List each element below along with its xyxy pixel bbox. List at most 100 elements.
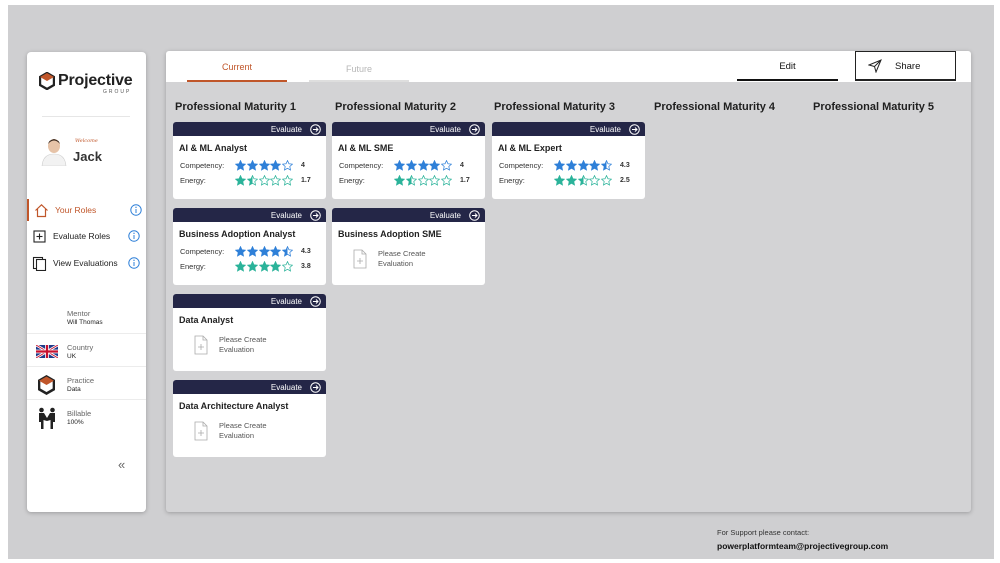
star-icon — [246, 261, 258, 272]
role-title: Business Adoption SME — [338, 229, 442, 239]
energy-value: 1.7 — [459, 177, 470, 184]
arrow-right-icon — [469, 124, 480, 135]
divider — [27, 333, 146, 334]
uk-flag-icon — [36, 345, 58, 358]
star-icon — [429, 175, 441, 186]
role-card: Evaluate Data Architecture Analyst Pleas… — [173, 380, 326, 457]
main-panel: Current Future Edit Share Professional M… — [166, 51, 971, 512]
star-icon — [554, 160, 565, 171]
add-document-icon — [353, 249, 367, 269]
logo-icon — [39, 72, 55, 90]
country-value: UK — [67, 353, 77, 360]
star-rating — [394, 175, 453, 186]
star-icon — [258, 175, 270, 186]
role-title: AI & ML Analyst — [179, 143, 248, 153]
billable-value: 100% — [67, 419, 84, 426]
star-icon — [405, 160, 417, 171]
nav-label: Evaluate Roles — [53, 231, 111, 241]
evaluate-button[interactable]: Evaluate — [173, 208, 326, 222]
avatar — [41, 139, 67, 166]
logo-icon — [38, 375, 55, 395]
star-icon — [394, 175, 405, 186]
column-title: Professional Maturity 4 — [654, 101, 776, 113]
arrow-right-icon — [310, 296, 321, 307]
role-card: Evaluate AI & ML Expert Competency: 4.3 … — [492, 122, 645, 199]
star-icon — [565, 175, 577, 186]
column-title: Professional Maturity 3 — [494, 101, 616, 113]
evaluate-label: Evaluate — [429, 211, 461, 220]
collapse-sidebar-button[interactable]: « — [118, 457, 125, 472]
nav-view-evaluations[interactable]: View Evaluations — [27, 252, 146, 274]
star-rating — [235, 175, 294, 186]
role-card: Evaluate Business Adoption Analyst Compe… — [173, 208, 326, 285]
info-icon[interactable] — [128, 257, 140, 269]
star-icon — [577, 160, 589, 171]
competency-value: 4 — [300, 162, 305, 169]
share-label: Share — [895, 61, 921, 72]
user-name: Jack — [73, 149, 102, 164]
country-label: Country — [67, 343, 94, 352]
arrow-right-icon — [469, 210, 480, 221]
star-icon — [565, 160, 577, 171]
arrow-right-icon — [310, 210, 321, 221]
divider — [42, 116, 130, 117]
competency-rating: Competency: 4.3 — [180, 246, 311, 257]
tab-current[interactable]: Current — [187, 51, 287, 82]
star-icon — [441, 160, 453, 171]
star-icon — [601, 175, 613, 186]
star-icon — [282, 261, 294, 272]
brand-sub: GROUP — [103, 89, 132, 95]
edit-button[interactable]: Edit — [737, 51, 838, 81]
top-bar: Current Future Edit Share — [166, 51, 971, 82]
star-icon — [589, 175, 601, 186]
nav-label: Your Roles — [55, 205, 97, 215]
star-icon — [235, 261, 246, 272]
evaluate-button[interactable]: Evaluate — [173, 122, 326, 136]
add-document-icon — [194, 421, 208, 441]
star-icon — [246, 246, 258, 257]
support-email[interactable]: powerplatformteam@projectivegroup.com — [717, 541, 888, 551]
star-icon — [417, 160, 429, 171]
star-rating — [235, 261, 294, 272]
star-icon — [258, 246, 270, 257]
info-icon[interactable] — [128, 230, 140, 242]
column-title: Professional Maturity 1 — [175, 101, 297, 113]
info-icon[interactable] — [130, 204, 142, 216]
evaluate-button[interactable]: Evaluate — [332, 122, 485, 136]
star-icon — [429, 160, 441, 171]
star-icon — [246, 160, 258, 171]
star-icon — [282, 160, 294, 171]
nav-your-roles[interactable]: Your Roles — [27, 199, 146, 221]
divider — [27, 399, 146, 400]
evaluate-button[interactable]: Evaluate — [492, 122, 645, 136]
empty-evaluation[interactable]: Please Create Evaluation — [194, 421, 289, 441]
star-icon — [405, 175, 417, 186]
star-icon — [589, 160, 601, 171]
evaluate-button[interactable]: Evaluate — [173, 294, 326, 308]
copy-icon — [32, 256, 47, 271]
nav-evaluate-roles[interactable]: Evaluate Roles — [27, 225, 146, 247]
empty-evaluation[interactable]: Please Create Evaluation — [353, 249, 448, 269]
evaluate-button[interactable]: Evaluate — [332, 208, 485, 222]
practice-value: Data — [67, 386, 81, 393]
star-icon — [577, 175, 589, 186]
competency-value: 4.3 — [300, 248, 311, 255]
evaluate-label: Evaluate — [589, 125, 621, 134]
energy-value: 1.7 — [300, 177, 311, 184]
empty-evaluation-text: Please Create Evaluation — [219, 335, 267, 354]
competency-label: Competency: — [499, 161, 544, 170]
tab-future[interactable]: Future — [309, 51, 409, 82]
arrow-right-icon — [310, 124, 321, 135]
star-icon — [270, 175, 282, 186]
competency-label: Competency: — [180, 247, 225, 256]
empty-evaluation-text: Please Create Evaluation — [219, 421, 267, 440]
role-title: AI & ML SME — [338, 143, 394, 153]
energy-label: Energy: — [180, 262, 206, 271]
add-box-icon — [33, 229, 46, 243]
empty-evaluation[interactable]: Please Create Evaluation — [194, 335, 289, 355]
evaluate-label: Evaluate — [270, 297, 302, 306]
role-title: Business Adoption Analyst — [179, 229, 296, 239]
evaluate-label: Evaluate — [429, 125, 461, 134]
evaluate-button[interactable]: Evaluate — [173, 380, 326, 394]
share-button[interactable]: Share — [855, 51, 956, 81]
